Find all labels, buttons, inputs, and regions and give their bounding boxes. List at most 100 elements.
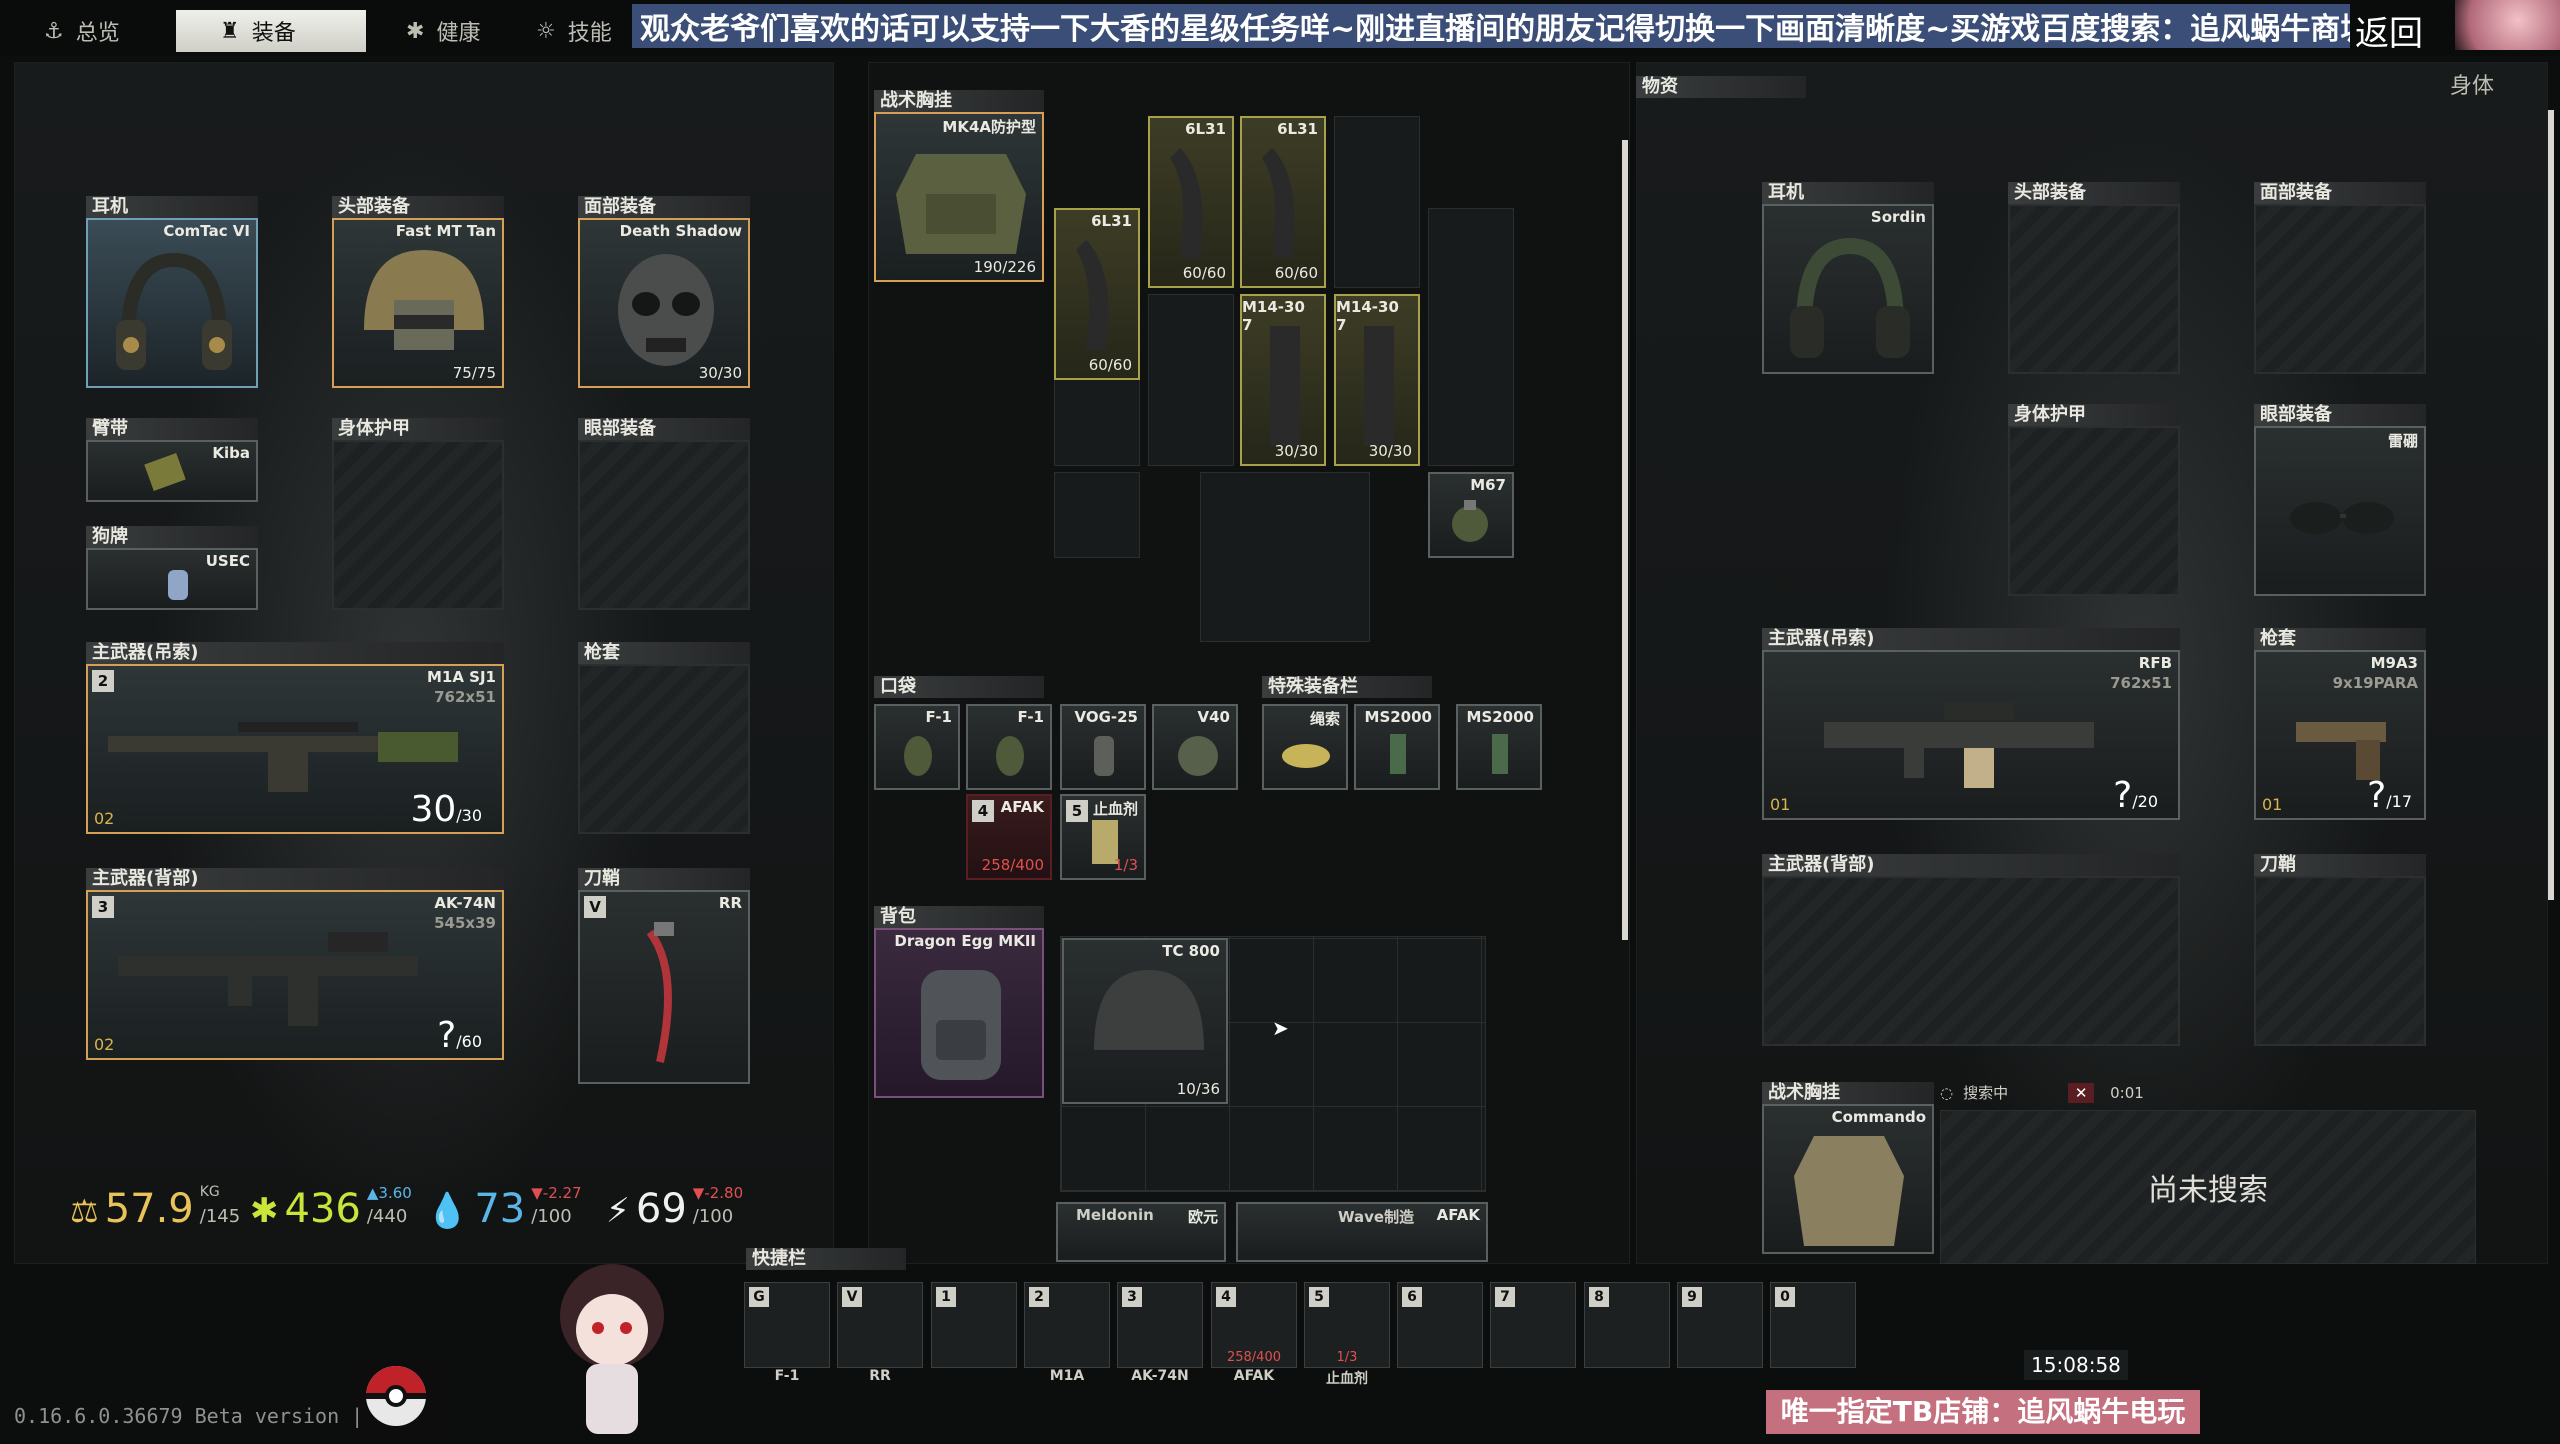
person-icon: ⚓ bbox=[44, 18, 64, 44]
face-slot[interactable]: 面部装备 Death Shadow 30/30 bbox=[578, 196, 750, 388]
earpiece-item[interactable]: Sordin bbox=[1762, 204, 1934, 374]
primary-sling-weapon[interactable]: RFB 762x51 01 ?/20 bbox=[1762, 650, 2180, 820]
rig-item[interactable]: Commando bbox=[1762, 1104, 1934, 1254]
close-icon[interactable]: ✕ bbox=[2068, 1082, 2095, 1103]
unsearched-container[interactable]: 尚未搜索 bbox=[1940, 1110, 2476, 1264]
hotbar-slot[interactable]: 4 258/400 bbox=[1211, 1282, 1297, 1368]
empty-slot[interactable] bbox=[332, 440, 504, 610]
magazine-item[interactable]: M14-30 7 30/30 bbox=[1240, 294, 1326, 466]
grenade-item[interactable]: M67 bbox=[1428, 472, 1514, 558]
rig-cell[interactable] bbox=[1200, 472, 1370, 642]
magazine-item[interactable]: M14-30 7 30/30 bbox=[1334, 294, 1420, 466]
pocket-item[interactable]: VOG-25 bbox=[1060, 704, 1146, 790]
rig-cell[interactable] bbox=[1054, 472, 1140, 558]
weight-unit: KG bbox=[199, 1184, 220, 1200]
backpack-slot[interactable]: 背包 Dragon Egg MKII bbox=[874, 906, 1044, 1098]
item-name: TC 800 bbox=[1162, 942, 1220, 960]
helmet-item[interactable]: TC 800 10/36 bbox=[1062, 938, 1228, 1104]
backpack-item[interactable]: Wave制造 AFAK bbox=[1236, 1202, 1488, 1262]
loot-scabbard-slot[interactable]: 刀鞘 bbox=[2254, 854, 2426, 1046]
rig-cell[interactable] bbox=[1148, 294, 1234, 466]
loot-holster-slot[interactable]: 枪套 M9A3 9x19PARA 01 ?/17 bbox=[2254, 628, 2426, 820]
loot-eyewear-slot[interactable]: 眼部装备 雷硼 bbox=[2254, 404, 2426, 596]
empty-slot[interactable] bbox=[2254, 876, 2426, 1046]
headwear-slot[interactable]: 头部装备 Fast MT Tan 75/75 bbox=[332, 196, 504, 388]
empty-slot[interactable] bbox=[2008, 426, 2180, 596]
pocket-item[interactable]: V40 bbox=[1152, 704, 1238, 790]
special-item[interactable]: 绳索 bbox=[1262, 704, 1348, 790]
hotkey-badge: V bbox=[584, 896, 606, 918]
tab-gear[interactable]: ♜ 装备 bbox=[176, 10, 366, 52]
loot-primary-sling-slot[interactable]: 主武器(吊索) RFB 762x51 01 ?/20 bbox=[1762, 628, 2180, 820]
earpiece-item[interactable]: ComTac VI bbox=[86, 218, 258, 388]
rig-cell[interactable] bbox=[1334, 116, 1420, 288]
scrollbar[interactable] bbox=[2548, 110, 2554, 900]
hotbar-slot[interactable]: 8 bbox=[1584, 1282, 1670, 1368]
hotbar-slot[interactable]: V bbox=[837, 1282, 923, 1368]
primary-back-weapon[interactable]: 3 AK-74N 545x39 02 ?/60 bbox=[86, 890, 504, 1060]
rig-cell[interactable] bbox=[1428, 208, 1514, 466]
eyewear-slot[interactable]: 眼部装备 bbox=[578, 418, 750, 610]
loot-primary-back-slot[interactable]: 主武器(背部) bbox=[1762, 854, 2180, 1046]
face-item[interactable]: Death Shadow 30/30 bbox=[578, 218, 750, 388]
magazine-item[interactable]: 6L31 60/60 bbox=[1240, 116, 1326, 288]
loot-earpiece-slot[interactable]: 耳机 Sordin bbox=[1762, 182, 1934, 374]
empty-slot[interactable] bbox=[578, 440, 750, 610]
rig-slot[interactable]: 战术胸挂 MK4A防护型 190/226 bbox=[874, 90, 1044, 282]
dogtag-slot[interactable]: 狗牌 USEC bbox=[86, 526, 258, 610]
hotbar-slot[interactable]: 9 bbox=[1677, 1282, 1763, 1368]
earpiece-slot[interactable]: 耳机 ComTac VI bbox=[86, 196, 258, 388]
magazine-item[interactable]: 6L31 60/60 bbox=[1148, 116, 1234, 288]
holster-slot[interactable]: 枪套 bbox=[578, 642, 750, 834]
empty-slot[interactable] bbox=[2008, 204, 2180, 374]
magazine-item[interactable]: 6L31 60/60 bbox=[1054, 208, 1140, 380]
hotbar-slot[interactable]: 3 bbox=[1117, 1282, 1203, 1368]
hotbar-slot[interactable]: 0 bbox=[1770, 1282, 1856, 1368]
loot-body-armor-slot[interactable]: 身体护甲 bbox=[2008, 404, 2180, 596]
primary-back-slot[interactable]: 主武器(背部) 3 AK-74N 545x39 02 ?/60 bbox=[86, 868, 504, 1060]
headwear-item[interactable]: Fast MT Tan 75/75 bbox=[332, 218, 504, 388]
empty-slot[interactable] bbox=[1762, 876, 2180, 1046]
backpack-icon bbox=[921, 970, 1001, 1080]
hotbar-slot[interactable]: 2 bbox=[1024, 1282, 1110, 1368]
energy-units: ▼-2.80/100 bbox=[693, 1184, 743, 1227]
loot-rig-slot[interactable]: 战术胸挂 Commando bbox=[1762, 1082, 1934, 1254]
scrollbar[interactable] bbox=[1622, 140, 1628, 940]
empty-slot[interactable] bbox=[2254, 204, 2426, 374]
empty-slot[interactable] bbox=[578, 664, 750, 834]
medkit-item[interactable]: 4 AFAK 258/400 bbox=[966, 794, 1052, 880]
backpack-item[interactable]: Dragon Egg MKII bbox=[874, 928, 1044, 1098]
pocket-item[interactable]: F-1 bbox=[966, 704, 1052, 790]
item-name: 止血剂 bbox=[1092, 800, 1138, 818]
pocket-item[interactable]: F-1 bbox=[874, 704, 960, 790]
armband-slot[interactable]: 臂带 Kiba bbox=[86, 418, 258, 502]
backpack-item[interactable]: Meldonin 欧元 bbox=[1056, 1202, 1226, 1262]
loot-headwear-slot[interactable]: 头部装备 bbox=[2008, 182, 2180, 374]
hotbar-slot[interactable]: 1 bbox=[931, 1282, 1017, 1368]
hotbar-slot[interactable]: G bbox=[744, 1282, 830, 1368]
search-timer: 0:01 bbox=[2110, 1083, 2144, 1102]
slot-title: 眼部装备 bbox=[578, 418, 750, 440]
back-button[interactable]: 返回 bbox=[2355, 6, 2423, 55]
scabbard-slot[interactable]: 刀鞘 V RR bbox=[578, 868, 750, 1084]
special-item[interactable]: MS2000 bbox=[1456, 704, 1542, 790]
eyewear-item[interactable]: 雷硼 bbox=[2254, 426, 2426, 596]
primary-sling-weapon[interactable]: 2 M1A SJ1 762x51 02 30/30 bbox=[86, 664, 504, 834]
hemostatic-item[interactable]: 5 止血剂 1/3 bbox=[1060, 794, 1146, 880]
special-item[interactable]: MS2000 bbox=[1354, 704, 1440, 790]
loot-face-slot[interactable]: 面部装备 bbox=[2254, 182, 2426, 374]
armband-item[interactable]: Kiba bbox=[86, 440, 258, 502]
tab-overview[interactable]: ⚓ 总览 bbox=[0, 10, 170, 52]
tab-skills[interactable]: ☼ 技能 bbox=[492, 10, 642, 52]
scabbard-item[interactable]: V RR bbox=[578, 890, 750, 1084]
hotbar-slot[interactable]: 6 bbox=[1397, 1282, 1483, 1368]
body-armor-slot[interactable]: 身体护甲 bbox=[332, 418, 504, 610]
rig-item[interactable]: MK4A防护型 190/226 bbox=[874, 112, 1044, 282]
hotbar-slot[interactable]: 7 bbox=[1490, 1282, 1576, 1368]
hotbar-slot[interactable]: 5 1/3 bbox=[1304, 1282, 1390, 1368]
pistol-item[interactable]: M9A3 9x19PARA 01 ?/17 bbox=[2254, 650, 2426, 820]
sunglasses-icon bbox=[2290, 502, 2394, 534]
dogtag-item[interactable]: USEC bbox=[86, 548, 258, 610]
item-name: 6L31 bbox=[1091, 212, 1132, 230]
primary-sling-slot[interactable]: 主武器(吊索) 2 M1A SJ1 762x51 02 30/30 bbox=[86, 642, 504, 834]
